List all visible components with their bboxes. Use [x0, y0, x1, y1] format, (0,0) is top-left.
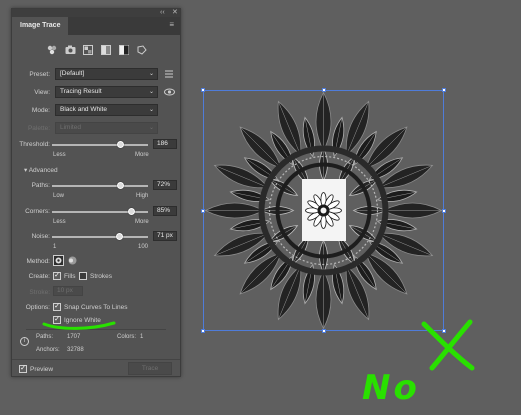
high-color-icon[interactable]	[63, 43, 77, 57]
paths-field[interactable]: 72%	[153, 180, 177, 190]
selection-handle[interactable]	[201, 209, 205, 213]
selection-handle[interactable]	[322, 329, 326, 333]
grayscale-icon[interactable]	[99, 43, 113, 57]
corners-slider-thumb[interactable]	[128, 208, 135, 215]
auto-color-icon[interactable]	[45, 43, 59, 57]
noise-label: Noise:	[31, 233, 50, 240]
method-abutting-icon[interactable]	[53, 255, 64, 266]
preset-list-icon[interactable]	[164, 69, 174, 79]
strokes-checkbox[interactable]	[79, 272, 87, 280]
threshold-label: Threshold:	[19, 141, 50, 148]
handwritten-no-annotation: No	[362, 368, 420, 408]
selection-handle[interactable]	[201, 88, 205, 92]
view-value: Tracing Result	[60, 88, 102, 95]
chevron-down-icon: ⌄	[148, 71, 154, 77]
noise-max-label: 100	[138, 244, 149, 250]
preview-checkbox[interactable]: ✓	[19, 365, 27, 373]
selection-bounding-box[interactable]	[203, 90, 444, 331]
method-overlapping-icon[interactable]	[67, 255, 78, 266]
method-label: Method:	[26, 258, 51, 265]
eye-icon[interactable]	[164, 87, 175, 97]
noise-min-label: 1	[53, 244, 57, 250]
stroke-label: Stroke:	[29, 289, 50, 296]
view-label: View:	[34, 89, 50, 96]
threshold-max-label: More	[135, 152, 149, 158]
mode-value: Black and White	[60, 106, 107, 113]
trace-button[interactable]: Trace	[128, 362, 172, 375]
palette-dropdown: Limited ⌄	[55, 122, 158, 134]
chevron-down-icon: ⌄	[148, 107, 154, 113]
chevron-down-icon: ⌄	[148, 89, 154, 95]
noise-slider-track[interactable]	[52, 236, 148, 238]
outline-icon[interactable]	[135, 43, 149, 57]
green-underline-annotation	[42, 321, 116, 330]
paths-count-value: 1707	[67, 334, 81, 340]
advanced-label: Advanced	[28, 167, 58, 174]
advanced-toggle[interactable]: ▾ Advanced	[24, 166, 58, 174]
tab-image-trace[interactable]: Image Trace	[12, 17, 69, 35]
close-icon[interactable]: ✕	[172, 9, 178, 17]
selection-handle[interactable]	[442, 209, 446, 213]
colors-count-label: Colors:	[117, 334, 137, 340]
paths-min-label: Low	[53, 193, 65, 199]
preset-icon-row	[45, 43, 149, 57]
noise-slider-thumb[interactable]	[116, 233, 123, 240]
corners-field[interactable]: 85%	[153, 206, 177, 216]
preset-dropdown[interactable]: [Default] ⌄	[55, 68, 158, 80]
noise-field[interactable]: 71 px	[153, 231, 177, 241]
panel-tab-row: Image Trace ≡	[12, 17, 180, 35]
selection-handle[interactable]	[442, 88, 446, 92]
threshold-slider-thumb[interactable]	[117, 141, 124, 148]
threshold-field[interactable]: 186	[153, 139, 177, 149]
anchors-count-value: 32788	[67, 347, 84, 353]
mode-dropdown[interactable]: Black and White ⌄	[55, 104, 158, 116]
create-label: Create:	[28, 273, 50, 280]
selection-handle[interactable]	[201, 329, 205, 333]
paths-label: Paths:	[31, 182, 50, 189]
chevron-down-icon: ▾	[24, 167, 28, 174]
paths-count-label: Paths:	[36, 334, 54, 340]
fills-checkbox[interactable]: ✓	[53, 272, 61, 280]
options-label: Options:	[25, 304, 50, 311]
low-color-icon[interactable]	[81, 43, 95, 57]
stroke-field: 10 px	[53, 286, 83, 296]
preset-label: Preset:	[29, 71, 50, 78]
corners-label: Corners:	[25, 208, 50, 215]
info-icon: i	[20, 337, 29, 346]
threshold-slider-track[interactable]	[52, 144, 148, 146]
palette-value: Limited	[60, 124, 81, 131]
paths-slider-thumb[interactable]	[117, 182, 124, 189]
snap-curves-checkbox[interactable]: ✓	[53, 303, 61, 311]
collapse-icon[interactable]: ‹‹	[160, 9, 165, 17]
snap-curves-label: Snap Curves To Lines	[64, 304, 128, 311]
divider	[12, 359, 180, 360]
black-white-icon[interactable]	[117, 43, 131, 57]
strokes-label: Strokes	[90, 273, 113, 280]
corners-max-label: More	[135, 219, 149, 225]
anchors-count-label: Anchors:	[36, 347, 60, 353]
corners-min-label: Less	[53, 219, 66, 225]
fills-label: Fills	[64, 273, 76, 280]
panel-menu-icon[interactable]: ≡	[169, 20, 174, 30]
threshold-min-label: Less	[53, 152, 66, 158]
preset-value: [Default]	[60, 70, 85, 77]
selection-handle[interactable]	[322, 88, 326, 92]
colors-count-value: 1	[140, 334, 144, 340]
view-dropdown[interactable]: Tracing Result ⌄	[55, 86, 158, 98]
green-x-annotation	[421, 319, 475, 371]
mode-label: Mode:	[31, 107, 50, 114]
paths-slider-track[interactable]	[52, 185, 148, 187]
paths-max-label: High	[136, 193, 149, 199]
palette-label: Palette:	[27, 125, 50, 132]
panel-title-bar[interactable]: ‹‹ ✕	[12, 9, 180, 17]
preview-label: Preview	[30, 366, 54, 373]
chevron-down-icon: ⌄	[148, 125, 154, 131]
